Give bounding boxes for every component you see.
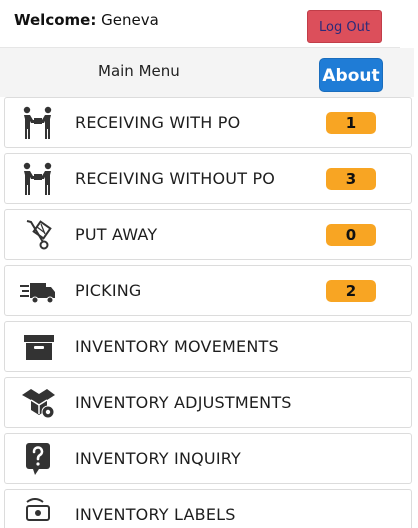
menu-item-receiving-without-po[interactable]: RECEIVING WITHOUT PO 3 [4,153,412,204]
about-button[interactable]: About [319,58,383,92]
menu-item-label: PICKING [75,281,142,300]
handshake-icon [19,162,57,196]
archive-box-icon [19,330,57,364]
user-name: Geneva [101,11,159,29]
count-badge: 2 [326,280,376,302]
welcome-prefix: Welcome: [14,11,97,29]
menu-item-receiving-with-po[interactable]: RECEIVING WITH PO 1 [4,97,412,148]
menu-item-label: INVENTORY LABELS [75,505,236,524]
menu-item-label: INVENTORY INQUIRY [75,449,242,468]
count-badge: 0 [326,224,376,246]
menu-item-label: INVENTORY MOVEMENTS [75,337,279,356]
handshake-icon [19,106,57,140]
menu-item-inventory-movements[interactable]: INVENTORY MOVEMENTS [4,321,412,372]
menu-item-inventory-adjustments[interactable]: INVENTORY ADJUSTMENTS [4,377,412,428]
menu-title: Main Menu [98,62,180,80]
menu-item-put-away[interactable]: PUT AWAY 0 [4,209,412,260]
welcome-text: Welcome: Geneva [14,11,159,29]
count-badge: 1 [326,112,376,134]
app-window: Welcome: Geneva Log Out Main Menu About … [0,0,418,528]
top-bar: Welcome: Geneva Log Out [0,0,400,48]
menu-item-label: PUT AWAY [75,225,158,244]
menu-item-label: RECEIVING WITH PO [75,113,241,132]
logout-button[interactable]: Log Out [307,10,382,43]
label-printer-icon [19,498,57,528]
menu-item-inventory-inquiry[interactable]: INVENTORY INQUIRY [4,433,412,484]
menu-item-inventory-labels[interactable]: INVENTORY LABELS [4,489,412,528]
menu-item-label: INVENTORY ADJUSTMENTS [75,393,292,412]
menu-item-picking[interactable]: PICKING 2 [4,265,412,316]
question-icon [19,442,57,476]
delivery-truck-icon [19,274,57,308]
count-badge: 3 [326,168,376,190]
right-edge [414,0,418,528]
box-gear-icon [19,386,57,420]
menu-item-label: RECEIVING WITHOUT PO [75,169,276,188]
hand-truck-icon [19,218,57,252]
